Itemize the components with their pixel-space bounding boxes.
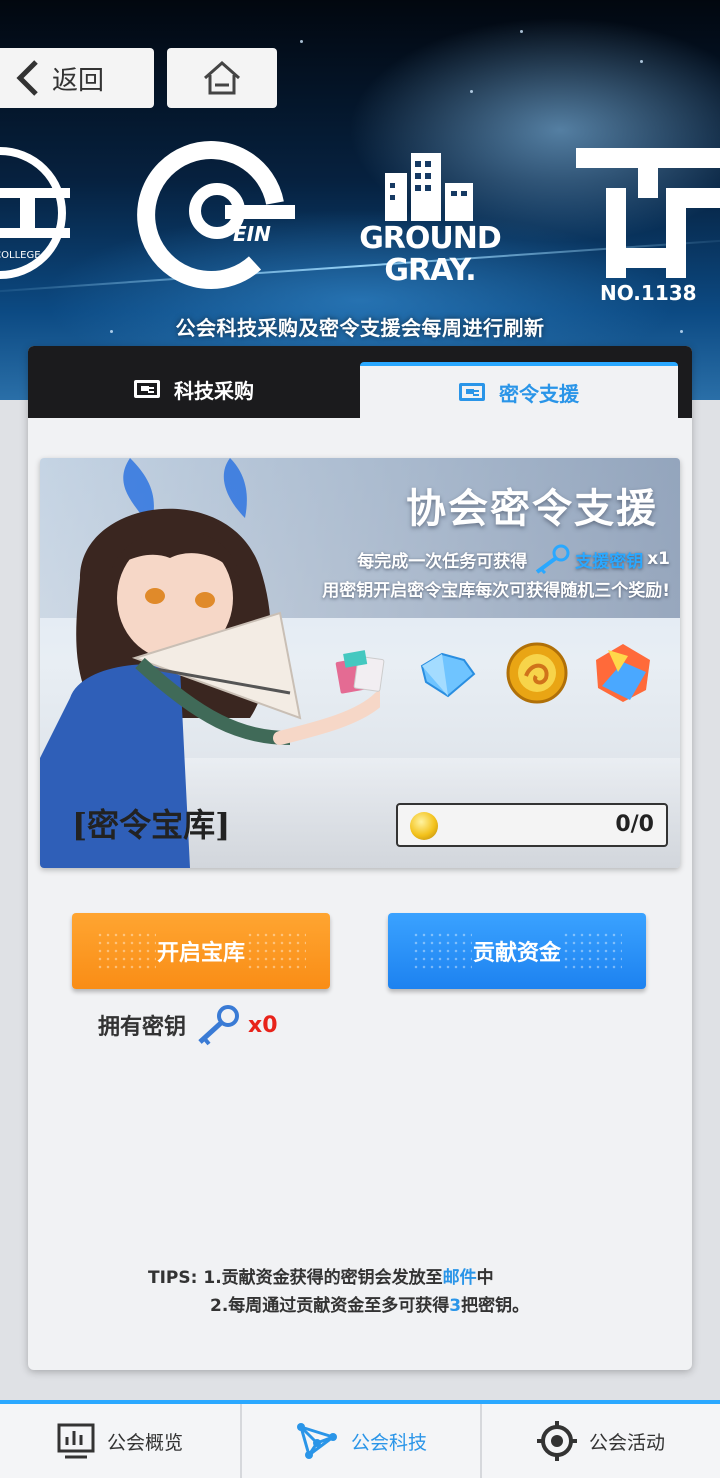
cards-icon xyxy=(335,650,385,694)
star xyxy=(640,60,643,63)
crystal-cube-icon xyxy=(596,644,650,702)
coin-icon xyxy=(410,812,438,840)
svg-text:EIN: EIN xyxy=(233,222,271,246)
svg-text:NO.1138: NO.1138 xyxy=(600,281,697,305)
no1138-logo: NO.1138 xyxy=(576,148,720,305)
star xyxy=(470,90,473,93)
nav-guild-tech[interactable]: 公会科技 xyxy=(240,1404,480,1478)
home-button[interactable] xyxy=(167,48,277,108)
banner-description: 用密钥开启密令宝库每次可获得随机三个奖励! xyxy=(322,581,670,601)
tips-prefix: TIPS: xyxy=(148,1268,198,1288)
ein-logo: EIN xyxy=(137,141,295,290)
star xyxy=(300,40,303,43)
banner-title: 协会密令支援 xyxy=(406,485,658,532)
nav-label: 公会概览 xyxy=(106,1431,183,1454)
decorative-dots xyxy=(412,931,472,971)
support-key-name: 支援密钥 xyxy=(575,551,644,572)
support-key-count: x1 xyxy=(647,549,670,569)
decorative-dots xyxy=(96,931,156,971)
contribute-funds-button[interactable]: 贡献资金 xyxy=(388,913,646,989)
home-icon xyxy=(204,60,240,95)
secret-support-banner: 协会密令支援 每完成一次任务可获得 支援密钥 x1 用密钥开启密令宝库每次可获得… xyxy=(40,458,680,868)
ground-gray-line2: GRAY. xyxy=(384,253,476,288)
ground-gray-line1: GROUND xyxy=(359,221,502,256)
building-icon xyxy=(385,153,473,221)
owned-keys-count: x0 xyxy=(248,1012,278,1038)
back-button[interactable]: 返回 xyxy=(0,48,154,108)
reward-preview xyxy=(330,638,670,708)
tips-line1-suffix: 中 xyxy=(476,1268,494,1288)
tab-bar: 科技采购 密令支援 xyxy=(28,346,692,418)
tab-tech-purchase[interactable]: 科技采购 xyxy=(28,346,360,418)
key-icon xyxy=(198,1005,240,1046)
open-vault-label: 开启宝库 xyxy=(156,941,245,966)
banner-reward-line: 每完成一次任务可获得 支援密钥 x1 xyxy=(357,544,670,574)
key-icon xyxy=(536,544,570,574)
tips-line1-text: 1.贡献资金获得的密钥会发放至 xyxy=(203,1268,443,1288)
owned-keys: 拥有密钥 x0 xyxy=(98,1004,278,1046)
refresh-notice: 公会科技采购及密令支援会每周进行刷新 xyxy=(175,316,545,340)
owned-keys-label: 拥有密钥 xyxy=(98,1015,187,1040)
tips-line2-suffix: 把密钥。 xyxy=(461,1296,530,1316)
back-button-label: 返回 xyxy=(52,65,105,96)
card-icon xyxy=(459,383,485,401)
vault-progress-value: 0/0 xyxy=(615,812,654,837)
decorative-dots xyxy=(246,931,306,971)
svg-text:C COLLEGE: C COLLEGE xyxy=(0,250,41,261)
header-banner: 返回 C COLLEGE EIN xyxy=(0,0,720,400)
nav-label: 公会科技 xyxy=(350,1431,427,1454)
tips: TIPS: 1.贡献资金获得的密钥会发放至邮件中 2.每周通过贡献资金至多可获得… xyxy=(148,1264,529,1320)
network-icon xyxy=(296,1423,337,1459)
ground-gray-logo: GROUND GRAY. xyxy=(355,143,505,293)
nav-label: 公会活动 xyxy=(588,1431,665,1454)
card-icon xyxy=(134,380,160,398)
tips-line-2: 2.每周通过贡献资金至多可获得3把密钥。 xyxy=(148,1292,529,1320)
chart-icon xyxy=(57,1423,95,1459)
open-vault-button[interactable]: 开启宝库 xyxy=(72,913,330,989)
tips-line-1: TIPS: 1.贡献资金获得的密钥会发放至邮件中 xyxy=(148,1264,529,1292)
gold-orb-icon xyxy=(506,642,568,704)
decorative-dots xyxy=(562,931,622,971)
vault-label: [密令宝库] xyxy=(72,806,231,844)
tips-key-limit: 3 xyxy=(449,1296,462,1316)
contribute-funds-label: 贡献资金 xyxy=(472,941,561,966)
star xyxy=(520,30,523,33)
nav-guild-overview[interactable]: 公会概览 xyxy=(0,1404,240,1478)
banner-line1-prefix: 每完成一次任务可获得 xyxy=(357,551,528,572)
target-icon xyxy=(536,1421,577,1461)
bottom-nav: 公会概览 公会科技 公会活动 xyxy=(0,1400,720,1478)
nav-guild-activity[interactable]: 公会活动 xyxy=(480,1404,720,1478)
tab-label: 密令支援 xyxy=(499,381,579,406)
diamond-icon xyxy=(420,652,476,698)
guild-logos: C COLLEGE EIN GROUND xyxy=(0,128,720,308)
tab-label: 科技采购 xyxy=(174,378,254,403)
college-logo: C COLLEGE xyxy=(0,147,70,279)
guild-tech-panel: 科技采购 密令支援 协会密令支援 每完成一次任务可获得 支援密钥 x1 用密钥开… xyxy=(28,346,692,1370)
chevron-left-icon xyxy=(16,60,38,96)
tab-secret-support[interactable]: 密令支援 xyxy=(360,362,678,418)
tips-mail-highlight: 邮件 xyxy=(442,1268,477,1288)
vault-progress: 0/0 xyxy=(396,803,668,847)
tips-line2-text: 2.每周通过贡献资金至多可获得 xyxy=(210,1296,450,1316)
